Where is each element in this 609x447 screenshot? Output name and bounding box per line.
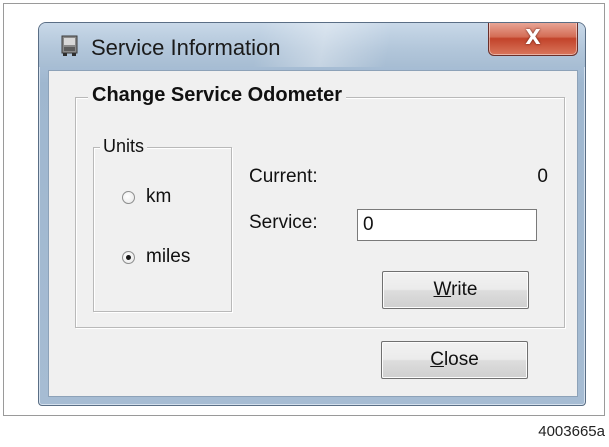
radio-km-button[interactable] xyxy=(122,190,135,204)
close-label-rest: lose xyxy=(443,349,479,370)
service-label: Service: xyxy=(249,212,318,233)
units-legend: Units xyxy=(100,136,148,157)
write-button[interactable]: Write xyxy=(382,271,529,309)
radio-km-label: km xyxy=(146,186,172,207)
write-mnemonic: W xyxy=(433,279,452,300)
service-input[interactable] xyxy=(357,209,537,241)
figure-code: 4003665a xyxy=(538,423,605,440)
dialog-client-area: Change Service Odometer Units km miles C… xyxy=(48,70,578,397)
radio-miles-button[interactable] xyxy=(122,250,135,264)
radio-miles-label: miles xyxy=(146,246,191,267)
close-icon: X xyxy=(525,25,541,49)
window-close-button[interactable]: X xyxy=(488,23,578,56)
group-legend: Change Service Odometer xyxy=(88,84,347,107)
app-icon xyxy=(61,35,78,56)
service-information-window: Service Information X Change Service Odo… xyxy=(38,22,586,406)
units-group: Units km miles xyxy=(93,136,232,312)
write-label-rest: rite xyxy=(451,279,478,300)
window-title: Service Information xyxy=(91,35,281,60)
close-mnemonic: C xyxy=(430,349,444,370)
current-value: 0 xyxy=(537,166,548,187)
close-button[interactable]: Close xyxy=(381,341,528,379)
current-label: Current: xyxy=(249,166,318,187)
radio-km[interactable]: km xyxy=(122,186,171,208)
radio-miles[interactable]: miles xyxy=(122,246,190,268)
change-service-odometer-group: Change Service Odometer Units km miles C… xyxy=(75,84,565,328)
